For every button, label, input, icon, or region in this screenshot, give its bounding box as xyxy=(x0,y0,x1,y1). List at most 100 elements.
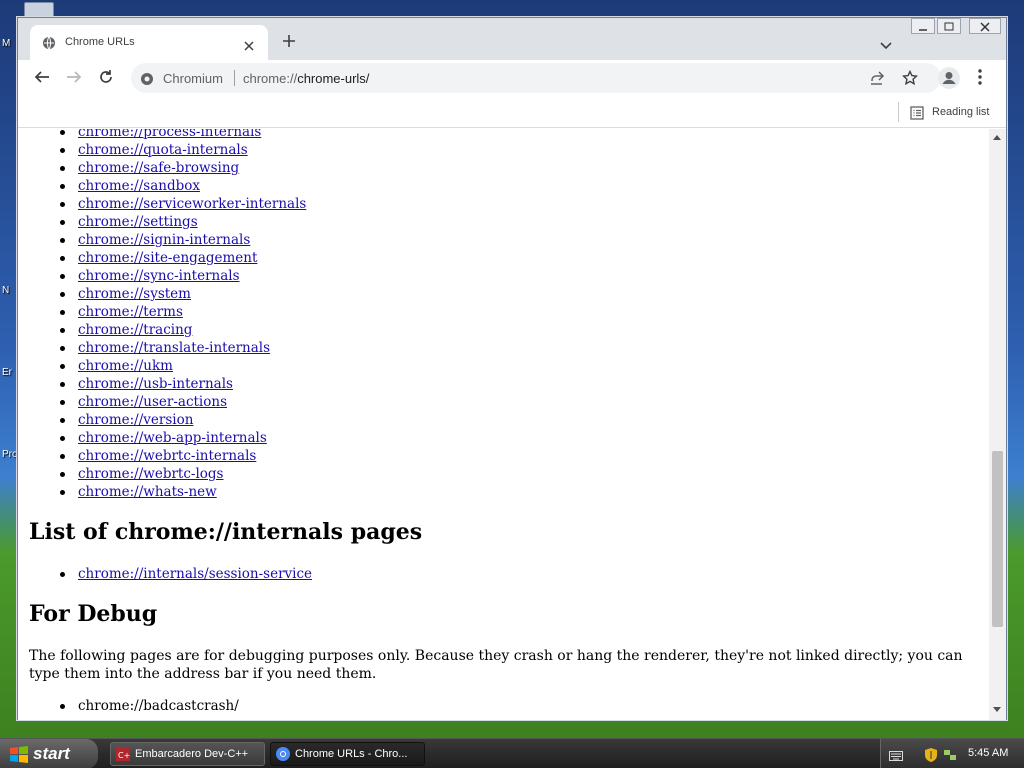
taskbar-item-label: Chrome URLs - Chro... xyxy=(295,748,408,760)
forward-arrow-icon[interactable] xyxy=(66,69,82,89)
chrome-url-link[interactable]: chrome://safe-browsing xyxy=(78,160,239,176)
desktop-icon-label[interactable]: Er xyxy=(2,367,12,378)
list-item: chrome://webrtc-logs xyxy=(48,465,978,483)
reading-list-label: Reading list xyxy=(932,106,990,118)
reading-list-icon xyxy=(910,105,924,124)
list-item: chrome://translate-internals xyxy=(48,339,978,357)
chrome-url-link[interactable]: chrome://webrtc-internals xyxy=(78,448,256,464)
list-item: chrome://sandbox xyxy=(48,177,978,195)
scroll-up-arrow-icon[interactable] xyxy=(993,135,1001,140)
chrome-url-link[interactable]: chrome://user-actions xyxy=(78,394,227,410)
debug-heading: For Debug xyxy=(29,601,158,627)
site-label: Chromium xyxy=(163,71,223,86)
tab-title: Chrome URLs xyxy=(65,36,135,48)
list-item: chrome://version xyxy=(48,411,978,429)
star-icon[interactable] xyxy=(902,69,918,90)
chrome-url-link[interactable]: chrome://whats-new xyxy=(78,484,217,500)
list-item: chrome://safe-browsing xyxy=(48,159,978,177)
taskbar-item-devcpp[interactable]: C+ Embarcadero Dev-C++ xyxy=(110,742,265,766)
list-item: chrome://usb-internals xyxy=(48,375,978,393)
chrome-url-link[interactable]: chrome://site-engagement xyxy=(78,250,257,266)
scrollbar-thumb[interactable] xyxy=(992,451,1003,627)
reload-icon[interactable] xyxy=(98,69,114,89)
chrome-url-link[interactable]: chrome://web-app-internals xyxy=(78,430,267,446)
security-shield-icon[interactable] xyxy=(925,747,937,766)
list-item: chrome://internals/session-service xyxy=(48,565,978,583)
close-window-button[interactable] xyxy=(969,18,1001,34)
list-item: chrome://whats-new xyxy=(48,483,978,501)
system-tray: 5:45 AM xyxy=(880,739,1024,768)
chrome-url-link[interactable]: chrome://serviceworker-internals xyxy=(78,196,306,212)
chrome-url-link[interactable]: chrome://internals/session-service xyxy=(78,566,312,582)
list-item: chrome://web-app-internals xyxy=(48,429,978,447)
url-path: chrome-urls/ xyxy=(297,71,370,86)
list-item: chrome://webrtc-internals xyxy=(48,447,978,465)
internals-heading: List of chrome://internals pages xyxy=(29,519,423,545)
browser-window: Chrome URLs Chromium chrome://chrome-url… xyxy=(17,17,1007,720)
maximize-button[interactable] xyxy=(937,18,961,34)
list-item: chrome://signin-internals xyxy=(48,231,978,249)
debug-url-text: chrome://badcastcrash/ xyxy=(78,698,239,714)
navigation-toolbar: Chromium chrome://chrome-urls/ xyxy=(18,60,1006,96)
url-text[interactable]: chrome://chrome-urls/ xyxy=(243,71,369,86)
chrome-url-link[interactable]: chrome://signin-internals xyxy=(78,232,250,248)
list-item: chrome://system xyxy=(48,285,978,303)
address-bar[interactable]: Chromium chrome://chrome-urls/ xyxy=(131,63,941,93)
chrome-url-link[interactable]: chrome://tracing xyxy=(78,322,192,338)
svg-text:C+: C+ xyxy=(118,751,130,760)
taskbar-item-label: Embarcadero Dev-C++ xyxy=(135,748,249,760)
chrome-url-link[interactable]: chrome://terms xyxy=(78,304,183,320)
chrome-url-link[interactable]: chrome://sync-internals xyxy=(78,268,240,284)
chromium-icon xyxy=(276,747,290,761)
chromium-site-icon[interactable] xyxy=(140,71,154,90)
devcpp-icon: C+ xyxy=(116,747,130,761)
globe-icon xyxy=(42,35,56,54)
chrome-url-link[interactable]: chrome://quota-internals xyxy=(78,142,248,158)
list-item: chrome://user-actions xyxy=(48,393,978,411)
minimize-button[interactable] xyxy=(911,18,935,34)
list-item: chrome://badcastcrash/ xyxy=(48,697,978,715)
list-item: chrome://ukm xyxy=(48,357,978,375)
share-icon[interactable] xyxy=(869,70,885,90)
start-label: start xyxy=(33,744,70,763)
page-viewport: chrome://process-internals chrome://quota… xyxy=(18,129,989,720)
tab-strip: Chrome URLs xyxy=(18,18,1006,60)
chrome-url-link[interactable]: chrome://sandbox xyxy=(78,178,200,194)
debug-description: The following pages are for debugging pu… xyxy=(29,648,963,682)
back-arrow-icon[interactable] xyxy=(34,69,50,89)
tab-chrome-urls[interactable]: Chrome URLs xyxy=(30,25,268,60)
start-button[interactable]: start xyxy=(0,739,98,768)
new-tab-button[interactable] xyxy=(282,33,296,52)
list-item: chrome://sync-internals xyxy=(48,267,978,285)
vertical-scrollbar[interactable] xyxy=(989,129,1006,720)
chrome-url-link[interactable]: chrome://translate-internals xyxy=(78,340,270,356)
chrome-url-link[interactable]: chrome://process-internals xyxy=(78,129,261,140)
desktop-icon-label[interactable]: Pro xyxy=(2,449,18,460)
internals-url-list: chrome://internals/session-service xyxy=(48,565,978,583)
chrome-url-link[interactable]: chrome://ukm xyxy=(78,358,173,374)
taskbar-item-chrome[interactable]: Chrome URLs - Chro... xyxy=(270,742,425,766)
list-item: chrome://site-engagement xyxy=(48,249,978,267)
desktop-icon-label[interactable]: N xyxy=(2,285,9,296)
list-item: chrome://tracing xyxy=(48,321,978,339)
chrome-url-list: chrome://process-internals chrome://quota… xyxy=(48,129,978,501)
chrome-url-link[interactable]: chrome://settings xyxy=(78,214,198,230)
taskbar: start C+ Embarcadero Dev-C++ Chrome URLs… xyxy=(0,738,1024,768)
desktop-icon-label[interactable]: M xyxy=(2,38,10,49)
windows-logo-icon xyxy=(9,745,29,768)
list-item: chrome://settings xyxy=(48,213,978,231)
tab-search-chevron-icon[interactable] xyxy=(880,35,892,54)
keyboard-icon[interactable] xyxy=(889,747,903,766)
profile-icon[interactable] xyxy=(938,67,960,93)
chrome-url-link[interactable]: chrome://usb-internals xyxy=(78,376,233,392)
bookmark-bar-divider xyxy=(898,102,899,122)
kebab-menu-icon[interactable] xyxy=(978,69,982,89)
close-tab-icon[interactable] xyxy=(244,36,254,55)
chrome-url-link[interactable]: chrome://version xyxy=(78,412,193,428)
chrome-url-link[interactable]: chrome://webrtc-logs xyxy=(78,466,223,482)
network-icon[interactable] xyxy=(943,747,957,766)
scroll-down-arrow-icon[interactable] xyxy=(993,707,1001,712)
list-item: chrome://terms xyxy=(48,303,978,321)
chrome-url-link[interactable]: chrome://system xyxy=(78,286,191,302)
clock: 5:45 AM xyxy=(968,747,1009,759)
